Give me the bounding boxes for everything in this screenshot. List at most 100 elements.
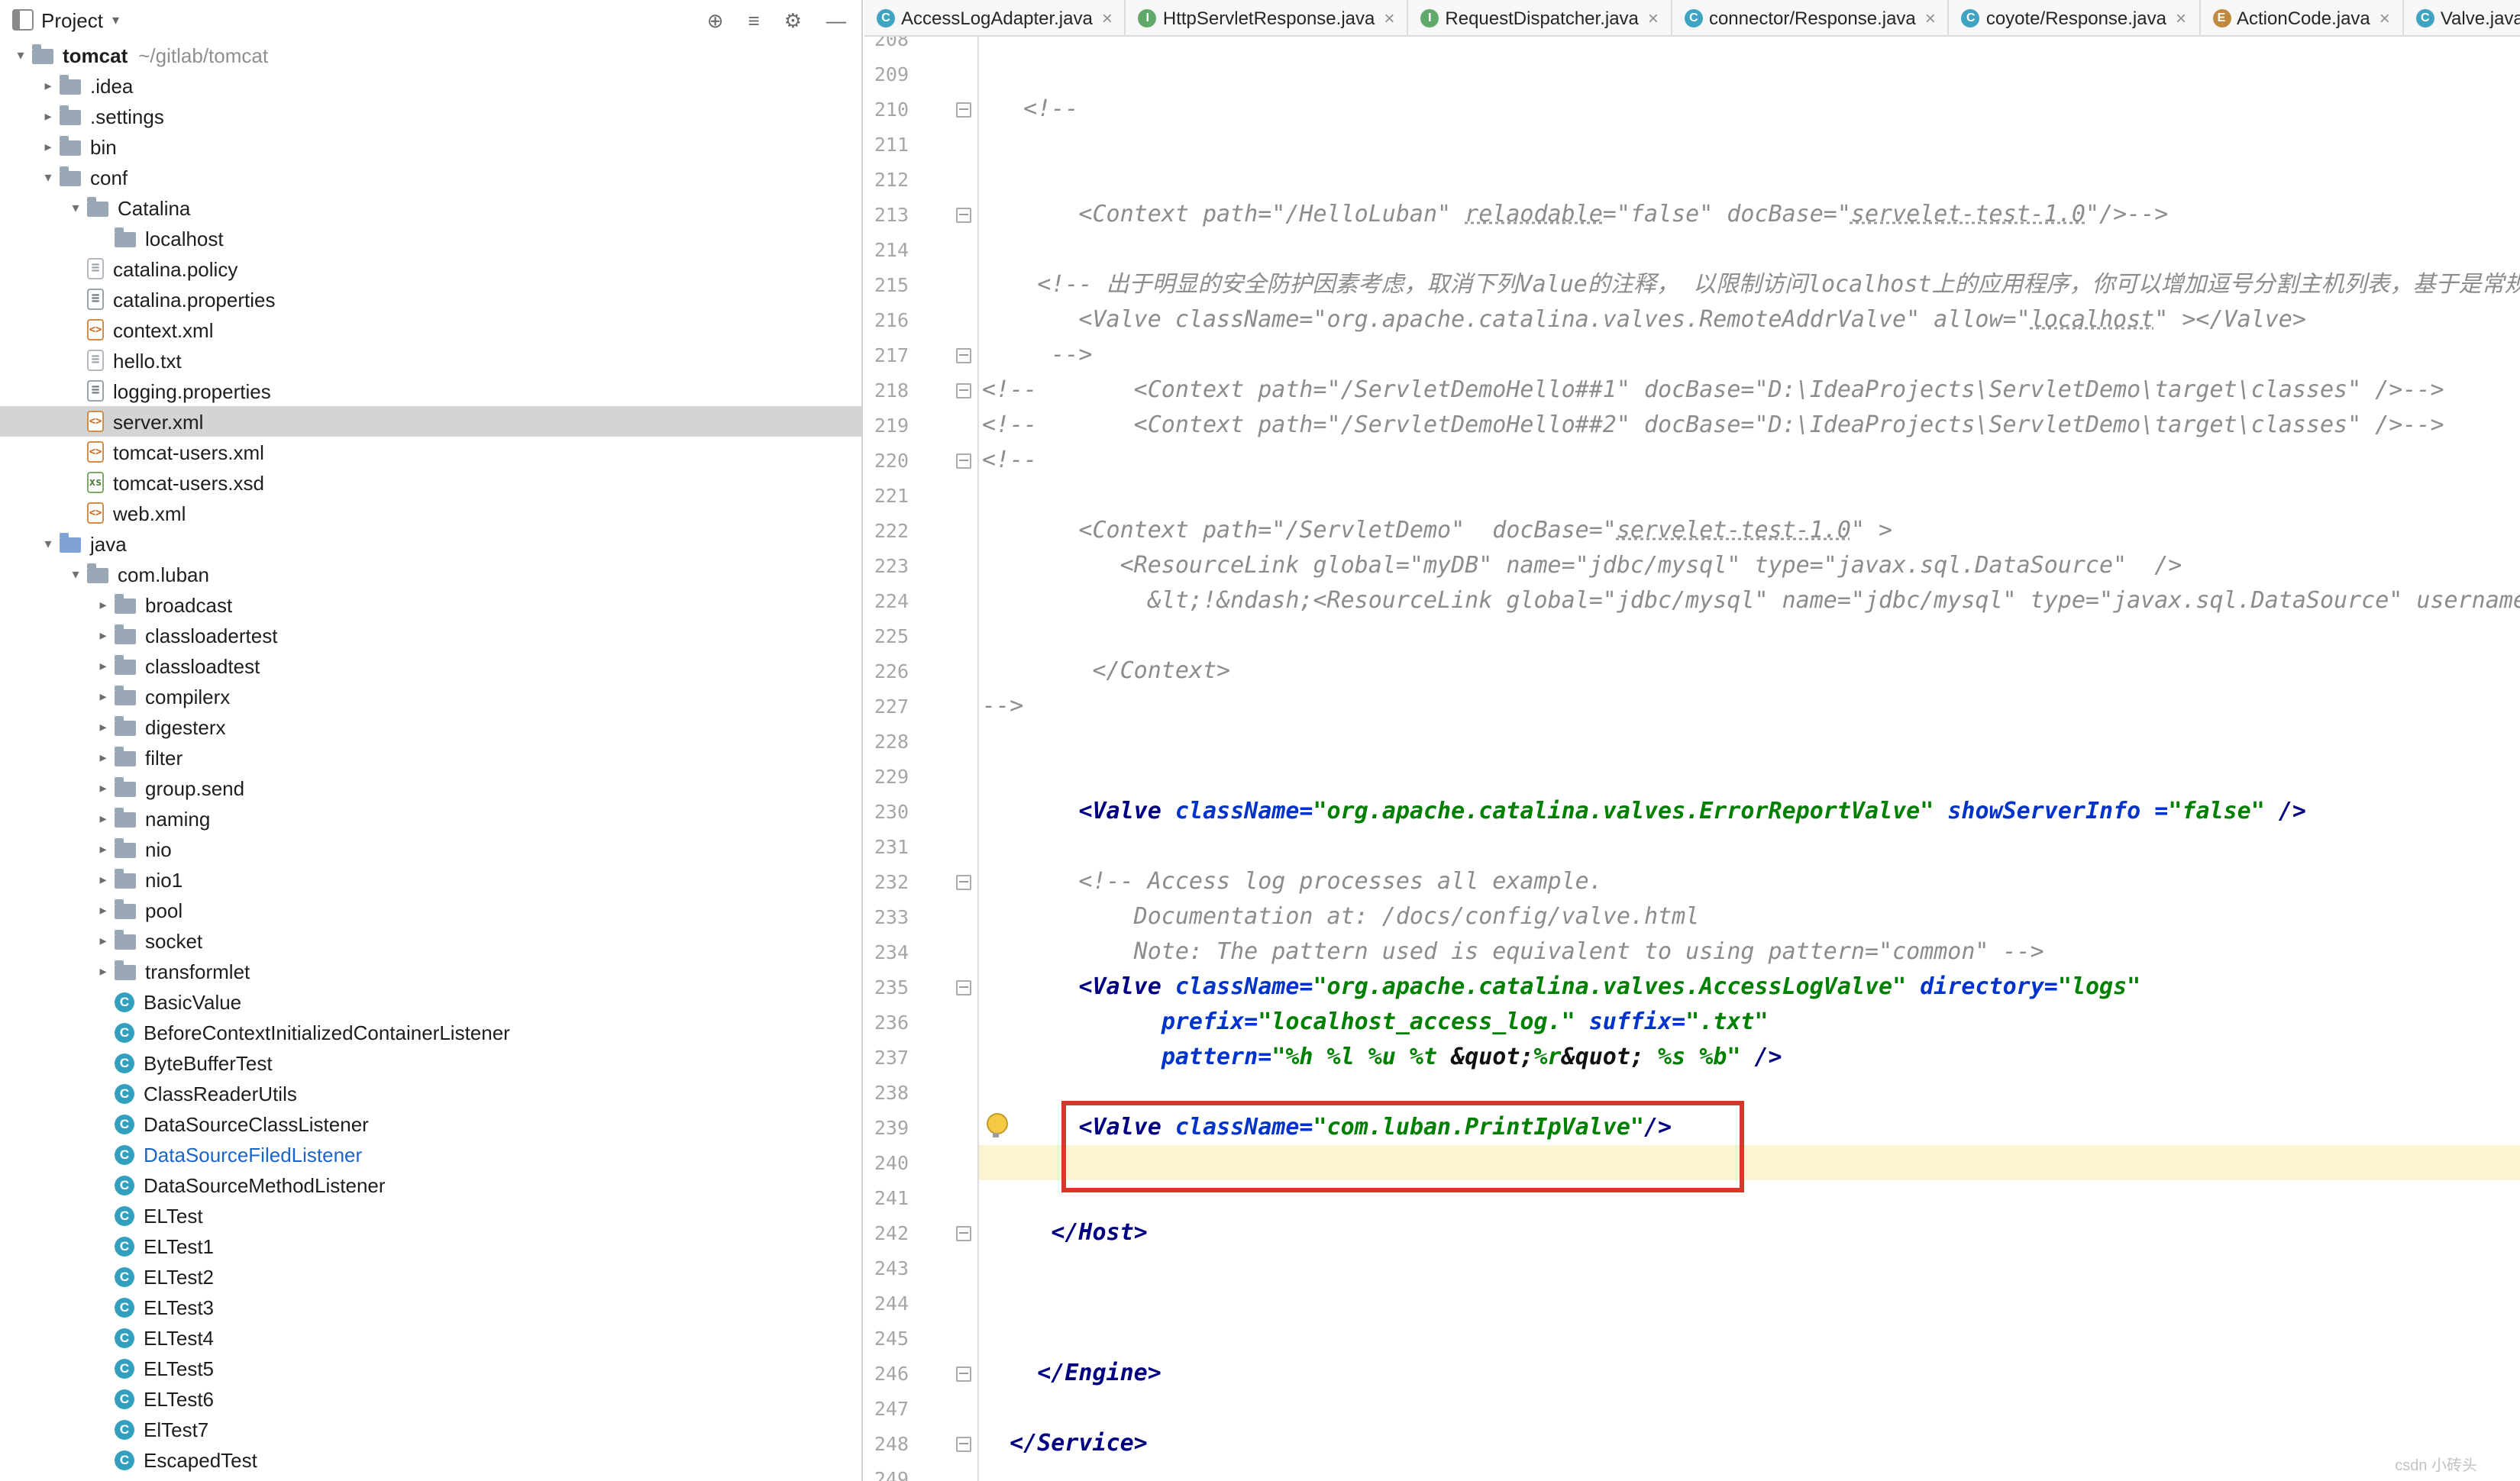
- chevron-right-icon[interactable]: ▸: [92, 627, 115, 644]
- line-number[interactable]: 227: [864, 689, 979, 724]
- chevron-right-icon[interactable]: ▸: [92, 841, 115, 857]
- tree-item-compilerx[interactable]: ▸compilerx: [0, 681, 861, 711]
- code-line-220[interactable]: 220<!--: [864, 443, 2520, 478]
- code-line-237[interactable]: 237 pattern="%h %l %u %t &quot;%r&quot; …: [864, 1040, 2520, 1075]
- tab-connector-response-java[interactable]: Cconnector/Response.java×: [1672, 0, 1950, 35]
- line-number[interactable]: 212: [864, 162, 979, 197]
- code-line-211[interactable]: 211: [864, 127, 2520, 162]
- code-line-230[interactable]: 230 <Valve className="org.apache.catalin…: [864, 794, 2520, 829]
- close-icon[interactable]: ×: [1384, 7, 1394, 28]
- close-icon[interactable]: ×: [1925, 7, 1936, 28]
- fold-marker-icon[interactable]: [956, 1366, 971, 1382]
- line-number[interactable]: 231: [864, 829, 979, 864]
- intention-bulb-icon[interactable]: [987, 1113, 1008, 1134]
- line-number[interactable]: 244: [864, 1286, 979, 1321]
- tree-item-datasourcemethodlistener[interactable]: CDataSourceMethodListener: [0, 1170, 861, 1200]
- line-number[interactable]: 214: [864, 232, 979, 267]
- tree-item-group-send[interactable]: ▸group.send: [0, 773, 861, 803]
- line-number[interactable]: 247: [864, 1391, 979, 1426]
- code-line-208[interactable]: 208: [864, 37, 2520, 56]
- tree-item-pool[interactable]: ▸pool: [0, 895, 861, 925]
- tree-item-idea[interactable]: ▸.idea: [0, 70, 861, 101]
- chevron-right-icon[interactable]: ▸: [92, 871, 115, 888]
- code-line-231[interactable]: 231: [864, 829, 2520, 864]
- line-number[interactable]: 226: [864, 653, 979, 689]
- tree-item-catalina-policy[interactable]: ≡catalina.policy: [0, 253, 861, 284]
- line-number[interactable]: 246: [864, 1356, 979, 1391]
- code-line-233[interactable]: 233 Documentation at: /docs/config/valve…: [864, 899, 2520, 934]
- line-number[interactable]: 221: [864, 478, 979, 513]
- line-number[interactable]: 210: [864, 92, 979, 127]
- code-line-210[interactable]: 210 <!--: [864, 92, 2520, 127]
- collapse-all-icon[interactable]: ≡: [748, 10, 760, 30]
- code-line-240[interactable]: 240: [864, 1145, 2520, 1180]
- fold-marker-icon[interactable]: [956, 453, 971, 469]
- code-line-243[interactable]: 243: [864, 1250, 2520, 1286]
- chevron-right-icon[interactable]: ▸: [92, 718, 115, 735]
- tree-item-conf[interactable]: ▾conf: [0, 162, 861, 192]
- tab-httpservletresponse-java[interactable]: IHttpServletResponse.java×: [1126, 0, 1409, 35]
- code-line-228[interactable]: 228: [864, 724, 2520, 759]
- code-line-249[interactable]: 249: [864, 1461, 2520, 1481]
- fold-marker-icon[interactable]: [956, 102, 971, 118]
- chevron-down-icon[interactable]: ▾: [37, 169, 60, 186]
- code-line-234[interactable]: 234 Note: The pattern used is equivalent…: [864, 934, 2520, 970]
- tree-item-naming[interactable]: ▸naming: [0, 803, 861, 834]
- tree-item-eltest[interactable]: CELTest: [0, 1200, 861, 1231]
- chevron-right-icon[interactable]: ▸: [92, 688, 115, 705]
- tree-item-catalina-properties[interactable]: ≡catalina.properties: [0, 284, 861, 315]
- line-number[interactable]: 235: [864, 970, 979, 1005]
- fold-marker-icon[interactable]: [956, 875, 971, 890]
- tab-coyote-response-java[interactable]: Ccoyote/Response.java×: [1950, 0, 2200, 35]
- tree-item-datasourcefiledlistener[interactable]: CDataSourceFiledListener: [0, 1139, 861, 1170]
- line-number[interactable]: 223: [864, 548, 979, 583]
- close-icon[interactable]: ×: [2379, 7, 2390, 28]
- line-number[interactable]: 239: [864, 1110, 979, 1145]
- project-view-title[interactable]: Project: [41, 8, 103, 31]
- chevron-right-icon[interactable]: ▸: [92, 779, 115, 796]
- line-number[interactable]: 222: [864, 513, 979, 548]
- fold-marker-icon[interactable]: [956, 1437, 971, 1452]
- tree-item-bytebuffertest[interactable]: CByteBufferTest: [0, 1047, 861, 1078]
- chevron-right-icon[interactable]: ▸: [92, 749, 115, 766]
- tree-item-catalina[interactable]: ▾Catalina: [0, 192, 861, 223]
- line-number[interactable]: 249: [864, 1461, 979, 1481]
- code-line-244[interactable]: 244: [864, 1286, 2520, 1321]
- chevron-down-icon[interactable]: ▾: [64, 566, 87, 582]
- line-number[interactable]: 211: [864, 127, 979, 162]
- tree-item-escapedtest[interactable]: CEscapedTest: [0, 1444, 861, 1475]
- code-line-226[interactable]: 226 </Context>: [864, 653, 2520, 689]
- tree-item-settings[interactable]: ▸.settings: [0, 101, 861, 131]
- tree-item-classloadertest[interactable]: ▸classloadertest: [0, 620, 861, 650]
- code-line-217[interactable]: 217 -->: [864, 337, 2520, 373]
- tree-item-classloadtest[interactable]: ▸classloadtest: [0, 650, 861, 681]
- chevron-down-icon[interactable]: ▾: [37, 535, 60, 552]
- tree-item-com-luban[interactable]: ▾com.luban: [0, 559, 861, 589]
- chevron-down-icon[interactable]: ▾: [112, 11, 119, 28]
- code-line-248[interactable]: 248 </Service>: [864, 1426, 2520, 1461]
- code-line-223[interactable]: 223 <ResourceLink global="myDB" name="jd…: [864, 548, 2520, 583]
- fold-marker-icon[interactable]: [956, 208, 971, 223]
- line-number[interactable]: 224: [864, 583, 979, 618]
- tree-item-web-xml[interactable]: <>web.xml: [0, 498, 861, 528]
- chevron-down-icon[interactable]: ▾: [64, 199, 87, 216]
- chevron-down-icon[interactable]: ▾: [9, 47, 32, 63]
- code-line-213[interactable]: 213 <Context path="/HelloLuban" relaodab…: [864, 197, 2520, 232]
- line-number[interactable]: 219: [864, 408, 979, 443]
- tab-valve-java[interactable]: CValve.java×: [2404, 0, 2520, 35]
- tree-item-basicvalue[interactable]: CBasicValue: [0, 986, 861, 1017]
- tree-item-java[interactable]: ▾java: [0, 528, 861, 559]
- code-line-221[interactable]: 221: [864, 478, 2520, 513]
- tree-item-eltest5[interactable]: CELTest5: [0, 1353, 861, 1383]
- tab-requestdispatcher-java[interactable]: IRequestDispatcher.java×: [1408, 0, 1672, 35]
- chevron-right-icon[interactable]: ▸: [37, 108, 60, 124]
- line-number[interactable]: 225: [864, 618, 979, 653]
- code-line-222[interactable]: 222 <Context path="/ServletDemo" docBase…: [864, 513, 2520, 548]
- line-number[interactable]: 245: [864, 1321, 979, 1356]
- line-number[interactable]: 218: [864, 373, 979, 408]
- tree-item-transformlet[interactable]: ▸transformlet: [0, 956, 861, 986]
- line-number[interactable]: 230: [864, 794, 979, 829]
- line-number[interactable]: 238: [864, 1075, 979, 1110]
- code-line-218[interactable]: 218<!-- <Context path="/ServletDemoHello…: [864, 373, 2520, 408]
- tree-item-broadcast[interactable]: ▸broadcast: [0, 589, 861, 620]
